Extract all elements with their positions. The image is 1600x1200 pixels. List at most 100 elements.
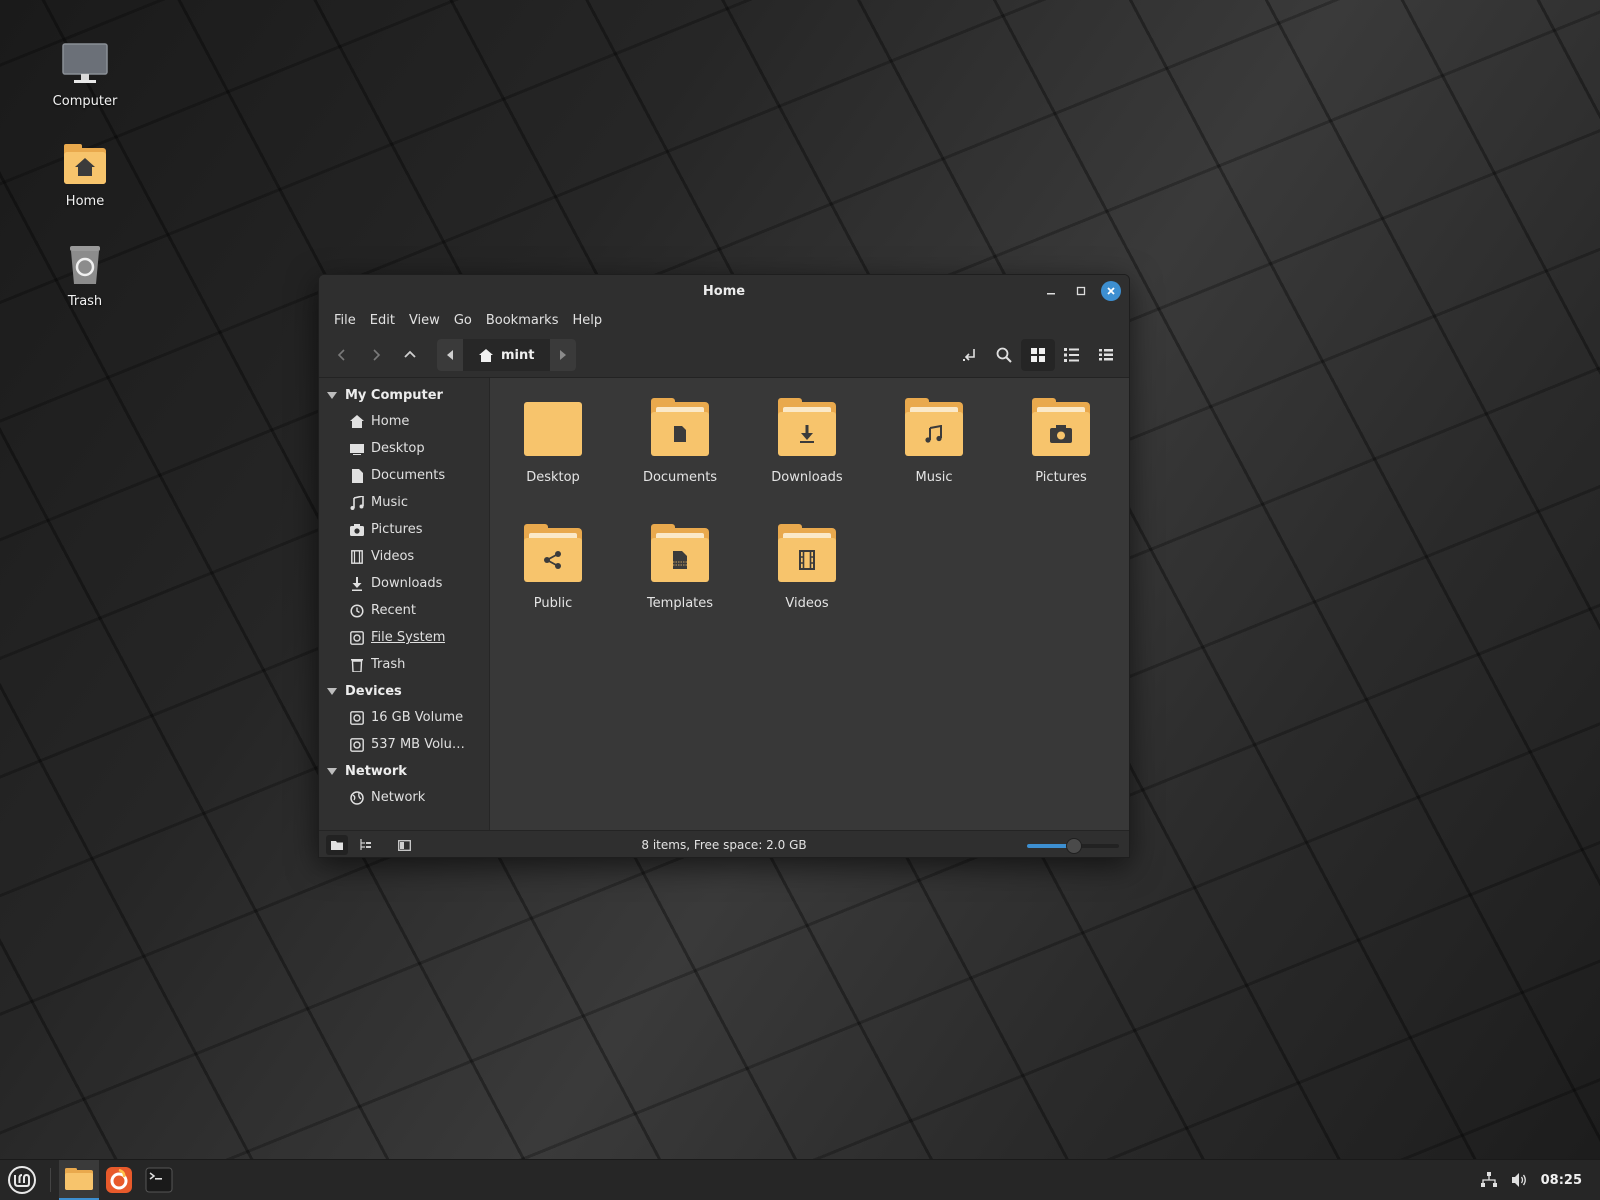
volume-icon[interactable]	[1511, 1172, 1527, 1188]
menu-go[interactable]: Go	[447, 313, 479, 328]
file-item-label: Downloads	[771, 470, 843, 485]
back-button[interactable]	[325, 339, 359, 371]
menu-bookmarks[interactable]: Bookmarks	[479, 313, 566, 328]
sidebar-item-desktop[interactable]: Desktop	[319, 435, 489, 462]
desktop-icon-trash[interactable]: Trash	[30, 240, 140, 309]
trash-icon	[351, 658, 363, 672]
menu-view[interactable]: View	[402, 313, 447, 328]
sidebar-item-label: Documents	[371, 468, 446, 483]
desktop-icon-computer[interactable]: Computer	[30, 40, 140, 109]
document-icon	[674, 426, 686, 442]
path-bar: mint	[437, 339, 577, 371]
maximize-button[interactable]	[1071, 281, 1091, 301]
download-icon	[800, 425, 814, 443]
path-scroll-left-button[interactable]	[437, 339, 463, 371]
sidebar-item-pictures[interactable]: Pictures	[319, 516, 489, 543]
list-view-button[interactable]	[1055, 339, 1089, 371]
file-item-public[interactable]: Public	[498, 524, 608, 611]
toolbar: mint	[319, 333, 1129, 378]
minimize-button[interactable]	[1041, 281, 1061, 301]
sidebar-item-537mb-volume[interactable]: 537 MB Volu…	[319, 731, 489, 758]
folder-icon	[778, 398, 836, 456]
expander-triangle-icon	[327, 767, 337, 775]
show-treeview-button[interactable]	[355, 835, 377, 855]
desktop-icon-home[interactable]: Home	[30, 140, 140, 209]
menu-edit[interactable]: Edit	[363, 313, 402, 328]
file-item-label: Documents	[642, 470, 718, 485]
sidebar-section-label: My Computer	[345, 387, 443, 403]
sidebar-item-videos[interactable]: Videos	[319, 543, 489, 570]
sidebar-item-recent[interactable]: Recent	[319, 597, 489, 624]
file-item-documents[interactable]: Documents	[625, 398, 735, 485]
sidebar-section-network[interactable]: Network	[319, 758, 489, 784]
status-bar: 8 items, Free space: 2.0 GB	[319, 830, 1129, 857]
sidebar-item-label: Desktop	[371, 441, 425, 456]
sidebar-item-trash[interactable]: Trash	[319, 651, 489, 678]
path-crumb-home[interactable]: mint	[463, 339, 550, 371]
folder-icon	[651, 524, 709, 582]
file-item-templates[interactable]: Templates	[625, 524, 735, 611]
sidebar-item-label: Music	[371, 495, 408, 510]
file-item-desktop[interactable]: Desktop	[498, 402, 608, 485]
window-titlebar[interactable]: Home	[319, 275, 1129, 307]
taskbar-files-button[interactable]	[59, 1160, 99, 1200]
clock-icon	[350, 603, 364, 618]
sidebar-item-network[interactable]: Network	[319, 784, 489, 811]
sidebar-item-downloads[interactable]: Downloads	[319, 570, 489, 597]
file-manager-window: Home File Edit View Go Bookmarks Help mi…	[318, 274, 1130, 858]
location-toggle-icon	[963, 349, 975, 361]
path-crumb-label: mint	[501, 347, 535, 363]
film-icon	[799, 550, 815, 570]
sidebar-item-file-system[interactable]: File System	[319, 624, 489, 651]
taskbar-firefox-button[interactable]	[99, 1160, 139, 1200]
file-item-pictures[interactable]: Pictures	[1006, 398, 1116, 485]
file-item-label: Templates	[646, 596, 714, 611]
file-item-downloads[interactable]: Downloads	[752, 398, 862, 485]
forward-button[interactable]	[359, 339, 393, 371]
up-button[interactable]	[393, 339, 427, 371]
music-note-icon	[350, 495, 364, 510]
list-view-icon	[1064, 348, 1079, 362]
sidebar-item-label: 16 GB Volume	[371, 710, 464, 725]
expander-triangle-icon	[327, 687, 337, 695]
menu-help[interactable]: Help	[565, 313, 609, 328]
file-item-label: Desktop	[526, 470, 580, 485]
menu-file[interactable]: File	[327, 313, 363, 328]
close-button[interactable]	[1101, 281, 1121, 301]
icon-view-button[interactable]	[1021, 339, 1055, 371]
file-item-videos[interactable]: Videos	[752, 524, 862, 611]
network-wired-icon[interactable]	[1480, 1172, 1497, 1188]
share-icon	[544, 551, 561, 569]
sidebar-item-16gb-volume[interactable]: 16 GB Volume	[319, 704, 489, 731]
sidebar-section-devices[interactable]: Devices	[319, 678, 489, 704]
clock[interactable]: 08:25	[1541, 1173, 1582, 1188]
menu-button[interactable]	[2, 1160, 42, 1200]
film-icon	[351, 549, 363, 564]
show-places-button[interactable]	[326, 835, 348, 855]
file-view[interactable]: Desktop Documents Downloads Music Pictur…	[490, 378, 1129, 830]
sidebar-item-label: Trash	[371, 657, 406, 672]
folder-icon	[524, 402, 582, 456]
folder-icon	[905, 398, 963, 456]
sidebar-section-my-computer[interactable]: My Computer	[319, 382, 489, 408]
zoom-slider-handle[interactable]	[1066, 838, 1082, 854]
taskbar-terminal-button[interactable]	[139, 1160, 179, 1200]
hide-sidebar-button[interactable]	[393, 835, 415, 855]
file-item-label: Music	[915, 470, 953, 485]
search-button[interactable]	[987, 339, 1021, 371]
trash-icon	[70, 246, 100, 284]
sidebar-toggle-icon	[397, 839, 411, 851]
sidebar-item-music[interactable]: Music	[319, 489, 489, 516]
grid-view-icon	[1031, 348, 1045, 362]
zoom-slider[interactable]	[1027, 838, 1119, 854]
compact-view-button[interactable]	[1089, 339, 1123, 371]
path-scroll-right-button[interactable]	[550, 339, 577, 371]
sidebar-item-documents[interactable]: Documents	[319, 462, 489, 489]
sidebar-item-label: Videos	[371, 549, 415, 564]
toggle-location-button[interactable]	[953, 339, 987, 371]
mint-logo-icon	[8, 1166, 36, 1194]
sidebar-section-label: Devices	[345, 683, 402, 699]
chevron-up-icon	[404, 350, 416, 358]
sidebar-item-home[interactable]: Home	[319, 408, 489, 435]
file-item-music[interactable]: Music	[879, 398, 989, 485]
